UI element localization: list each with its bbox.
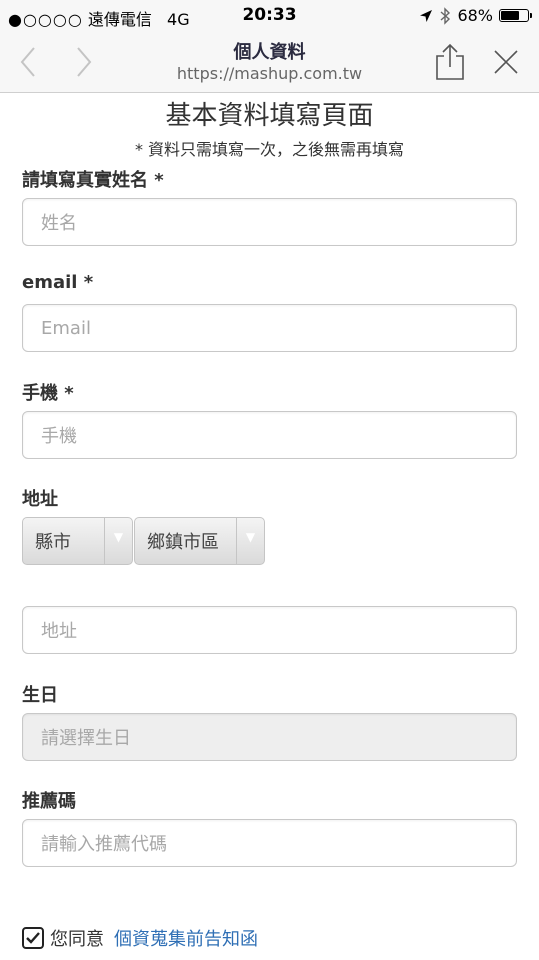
agree-text: 您同意 [50,929,104,950]
email-input[interactable]: Email [22,304,517,352]
district-select-value: 鄉鎮市區 [147,532,219,553]
chevron-down-icon: ▼ [104,518,132,564]
close-button[interactable] [486,42,526,82]
checkmark-icon [26,932,40,944]
birthday-label: 生日 [22,685,58,706]
browser-nav-bar: 個人資料 https://mashup.com.tw [0,32,539,93]
chevron-down-icon: ▼ [236,518,264,564]
bluetooth-icon [440,6,451,25]
district-select[interactable]: 鄉鎮市區 ▼ [134,517,265,565]
agree-row: 您同意 個資蒐集前告知函 [22,925,258,951]
city-select[interactable]: 縣市 ▼ [22,517,133,565]
birthday-input[interactable]: 請選擇生日 [22,713,517,761]
location-arrow-icon [420,9,433,22]
share-button[interactable] [430,42,470,82]
phone-input[interactable]: 手機 [22,411,517,459]
phone-placeholder: 手機 [41,426,77,447]
battery-icon [499,9,532,22]
status-right: 68% [419,6,532,25]
battery-percent: 68% [457,6,493,25]
form-title: 基本資料填寫頁面 [165,101,374,131]
city-select-value: 縣市 [35,532,71,553]
phone-label: 手機 * [22,383,74,404]
email-label: email * [22,272,94,293]
referral-placeholder: 請輸入推薦代碼 [41,834,167,855]
privacy-notice-link[interactable]: 個資蒐集前告知函 [114,925,258,951]
agree-checkbox[interactable] [22,927,44,949]
referral-label: 推薦碼 [22,791,76,812]
name-label: 請填寫真實姓名 * [22,170,164,191]
email-placeholder: Email [41,317,91,339]
address-label: 地址 [22,489,58,510]
referral-input[interactable]: 請輸入推薦代碼 [22,819,517,867]
name-input[interactable]: 姓名 [22,198,517,246]
status-bar: ●○○○○ 遠傳電信 4G 20:33 68% [0,0,539,32]
form-note: * 資料只需填寫一次，之後無需再填寫 [134,140,405,159]
name-placeholder: 姓名 [41,213,77,234]
address-input[interactable]: 地址 [22,606,517,654]
share-icon [436,43,464,80]
close-icon [494,50,518,74]
birthday-placeholder: 請選擇生日 [41,728,131,749]
address-placeholder: 地址 [41,621,77,642]
